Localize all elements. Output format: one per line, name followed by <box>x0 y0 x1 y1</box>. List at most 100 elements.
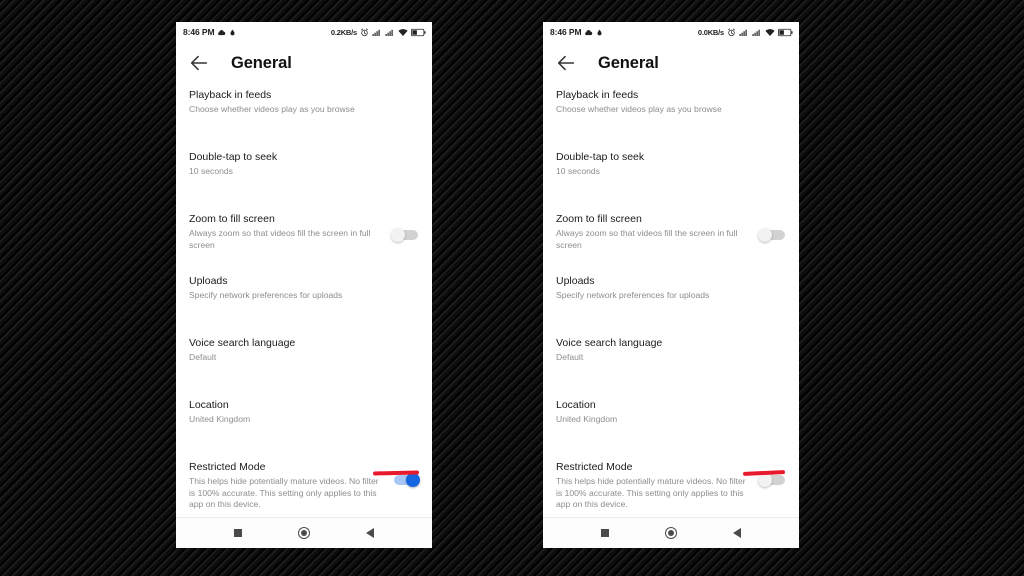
square-recents-icon[interactable] <box>595 523 615 543</box>
setting-subtitle: United Kingdom <box>189 414 251 424</box>
status-network-speed: 0.0KB/s <box>697 27 724 37</box>
setting-texts: Double-tap to seek 10 seconds <box>556 150 787 178</box>
setting-subtitle: 10 seconds <box>189 166 233 176</box>
status-network-speed: 0.2KB/s <box>330 27 357 37</box>
setting-texts: Location United Kingdom <box>556 398 787 426</box>
signal-bars-icon <box>372 29 380 36</box>
setting-title: Playback in feeds <box>189 89 272 101</box>
status-time: 8:46 PM <box>550 27 582 37</box>
setting-subtitle: This helps hide potentially mature video… <box>189 476 379 509</box>
setting-row-playback-in-feeds[interactable]: Playback in feeds Choose whether videos … <box>543 88 799 128</box>
setting-row-double-tap-to-seek[interactable]: Double-tap to seek 10 seconds <box>543 150 799 190</box>
android-nav-bar <box>543 518 799 548</box>
setting-row-zoom-to-fill-screen[interactable]: Zoom to fill screen Always zoom so that … <box>543 212 799 252</box>
restricted-mode-toggle[interactable] <box>391 473 420 487</box>
app-bar: General <box>176 42 432 84</box>
setting-texts: Playback in feeds Choose whether videos … <box>189 88 420 116</box>
setting-subtitle: Always zoom so that videos fill the scre… <box>189 228 371 250</box>
setting-title: Voice search language <box>556 337 663 349</box>
setting-row-restricted-mode[interactable]: Restricted Mode This helps hide potentia… <box>543 460 799 511</box>
setting-texts: Restricted Mode This helps hide potentia… <box>556 460 758 511</box>
toggle-thumb <box>758 473 772 487</box>
back-arrow-icon[interactable] <box>188 52 210 74</box>
circle-home-icon[interactable] <box>294 523 314 543</box>
setting-texts: Location United Kingdom <box>189 398 420 426</box>
alarm-icon <box>728 28 735 36</box>
setting-subtitle: Specify network preferences for uploads <box>556 290 710 300</box>
setting-row-playback-in-feeds[interactable]: Playback in feeds Choose whether videos … <box>176 88 432 128</box>
toggle-thumb <box>391 228 405 242</box>
phone-screen-left: 8:46 PM 0.2KB/s General Playback in feed… <box>176 22 432 548</box>
status-bar-left: 8:46 PM <box>550 27 603 37</box>
setting-texts: Voice search language Default <box>556 336 787 364</box>
status-bar: 8:46 PM 0.0KB/s <box>543 22 799 42</box>
setting-texts: Restricted Mode This helps hide potentia… <box>189 460 391 511</box>
setting-title: Playback in feeds <box>556 89 639 101</box>
page-title: General <box>598 53 659 72</box>
circle-home-icon[interactable] <box>661 523 681 543</box>
setting-subtitle: Default <box>556 352 584 362</box>
setting-title: Voice search language <box>189 337 296 349</box>
phone-screen-right: 8:46 PM 0.0KB/s General Playback in feed… <box>543 22 799 548</box>
setting-title: Restricted Mode <box>189 461 266 473</box>
signal-bars-icon <box>739 29 747 36</box>
wifi-icon <box>398 28 408 36</box>
battery-icon <box>778 28 793 36</box>
setting-texts: Uploads Specify network preferences for … <box>556 274 787 302</box>
setting-texts: Playback in feeds Choose whether videos … <box>556 88 787 116</box>
setting-row-location[interactable]: Location United Kingdom <box>176 398 432 438</box>
setting-subtitle: Default <box>189 352 217 362</box>
setting-row-voice-search-language[interactable]: Voice search language Default <box>543 336 799 376</box>
setting-title: Location <box>556 399 596 411</box>
setting-subtitle: 10 seconds <box>556 166 600 176</box>
status-bar-right: 0.2KB/s <box>331 28 426 37</box>
setting-row-zoom-to-fill-screen[interactable]: Zoom to fill screen Always zoom so that … <box>176 212 432 252</box>
setting-title: Double-tap to seek <box>189 151 278 163</box>
setting-title: Zoom to fill screen <box>556 213 642 225</box>
restricted-mode-toggle[interactable] <box>758 473 787 487</box>
setting-row-uploads[interactable]: Uploads Specify network preferences for … <box>176 274 432 314</box>
setting-subtitle: United Kingdom <box>556 414 618 424</box>
signal-bars-2-icon <box>752 29 760 36</box>
setting-row-double-tap-to-seek[interactable]: Double-tap to seek 10 seconds <box>176 150 432 190</box>
setting-title: Uploads <box>556 275 595 287</box>
toggle-thumb <box>758 228 772 242</box>
cloud-icon <box>218 29 226 35</box>
triangle-back-icon[interactable] <box>360 523 380 543</box>
setting-row-restricted-mode[interactable]: Restricted Mode This helps hide potentia… <box>176 460 432 511</box>
zoom-to-fill-screen-toggle[interactable] <box>391 228 420 242</box>
setting-subtitle: This helps hide potentially mature video… <box>556 476 746 509</box>
back-arrow-icon[interactable] <box>555 52 577 74</box>
status-time: 8:46 PM <box>183 27 215 37</box>
zoom-to-fill-screen-toggle[interactable] <box>758 228 787 242</box>
setting-title: Location <box>189 399 229 411</box>
battery-icon <box>411 28 426 36</box>
setting-subtitle: Always zoom so that videos fill the scre… <box>556 228 738 250</box>
setting-subtitle: Specify network preferences for uploads <box>189 290 343 300</box>
app-bar: General <box>543 42 799 84</box>
android-nav-bar <box>176 518 432 548</box>
droplet-icon <box>230 29 235 35</box>
droplet-icon <box>597 29 602 35</box>
status-bar-right: 0.0KB/s <box>698 28 793 37</box>
status-bar: 8:46 PM 0.2KB/s <box>176 22 432 42</box>
setting-title: Restricted Mode <box>556 461 633 473</box>
setting-title: Uploads <box>189 275 228 287</box>
setting-row-voice-search-language[interactable]: Voice search language Default <box>176 336 432 376</box>
setting-texts: Zoom to fill screen Always zoom so that … <box>189 212 391 251</box>
setting-texts: Uploads Specify network preferences for … <box>189 274 420 302</box>
toggle-thumb <box>406 473 420 487</box>
setting-title: Double-tap to seek <box>556 151 645 163</box>
setting-texts: Double-tap to seek 10 seconds <box>189 150 420 178</box>
page-title: General <box>231 53 292 72</box>
setting-row-location[interactable]: Location United Kingdom <box>543 398 799 438</box>
cloud-icon <box>585 29 593 35</box>
setting-subtitle: Choose whether videos play as you browse <box>556 104 722 114</box>
signal-bars-2-icon <box>385 29 393 36</box>
square-recents-icon[interactable] <box>228 523 248 543</box>
setting-row-uploads[interactable]: Uploads Specify network preferences for … <box>543 274 799 314</box>
settings-list: Playback in feeds Choose whether videos … <box>176 84 432 517</box>
triangle-back-icon[interactable] <box>727 523 747 543</box>
settings-list: Playback in feeds Choose whether videos … <box>543 84 799 517</box>
background-texture <box>0 0 1024 576</box>
